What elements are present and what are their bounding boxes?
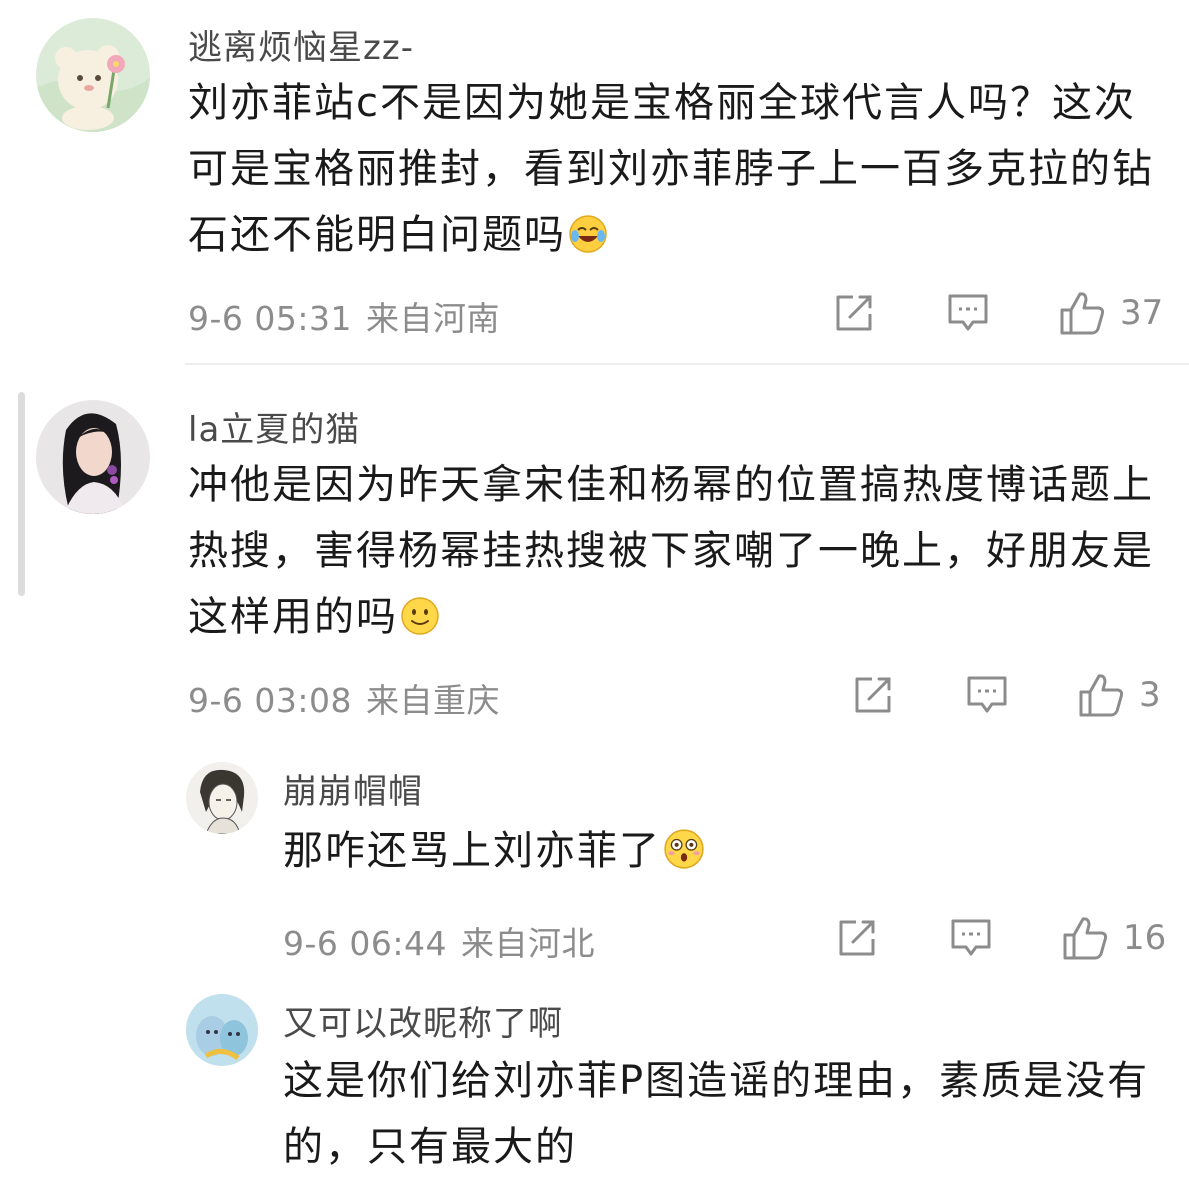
comment-text: 这是你们给刘亦菲P图造谣的理由，素质是没有的，只有最大的 — [283, 1048, 1173, 1180]
username[interactable]: 又可以改昵称了啊 — [283, 996, 563, 1045]
like-count: 16 — [1123, 918, 1167, 958]
reply-button[interactable] — [946, 292, 990, 334]
smile-emoji — [401, 597, 439, 635]
like-button[interactable]: 3 — [1077, 672, 1161, 718]
comment-divider — [185, 363, 1189, 365]
share-button[interactable] — [833, 292, 875, 334]
comment-meta: 9-6 03:08 来自重庆 — [188, 674, 500, 722]
bear-with-flower-avatar — [36, 18, 150, 132]
location: 来自河北 — [461, 924, 595, 963]
timestamp: 9-6 05:31 — [188, 299, 352, 338]
comment-icon — [967, 676, 1007, 713]
avatar[interactable] — [186, 762, 258, 834]
avatar[interactable] — [36, 400, 150, 514]
like-count: 3 — [1139, 675, 1161, 715]
sketch-character-avatar — [186, 762, 258, 834]
comment-body: 刘亦菲站c不是因为她是宝格丽全球代言人吗？这次可是宝格丽推封，看到刘亦菲脖子上一… — [188, 80, 1154, 258]
laughing-tears-emoji — [569, 215, 607, 253]
comment-icon — [951, 919, 991, 956]
like-count: 37 — [1120, 293, 1164, 333]
like-button[interactable]: 37 — [1058, 290, 1163, 336]
comment-text: 刘亦菲站c不是因为她是宝格丽全球代言人吗？这次可是宝格丽推封，看到刘亦菲脖子上一… — [188, 70, 1173, 268]
timestamp: 9-6 06:44 — [283, 924, 447, 963]
location: 来自重庆 — [366, 681, 500, 720]
username[interactable]: la立夏的猫 — [188, 402, 360, 451]
comment-body: 冲他是因为昨天拿宋佳和杨幂的位置搞热度博话题上热搜，害得杨幂挂热搜被下家嘲了一晚… — [188, 462, 1154, 640]
comment-text: 那咋还骂上刘亦菲了 — [283, 818, 1173, 884]
like-button[interactable]: 16 — [1061, 915, 1166, 961]
comment-meta: 9-6 06:44 来自河北 — [283, 917, 595, 965]
comment-icon — [948, 294, 988, 331]
comment-text: 冲他是因为昨天拿宋佳和杨幂的位置搞热度博话题上热搜，害得杨幂挂热搜被下家嘲了一晚… — [188, 452, 1173, 650]
timestamp: 9-6 03:08 — [188, 681, 352, 720]
reply-button[interactable] — [965, 674, 1009, 716]
share-icon — [836, 295, 872, 331]
share-icon — [855, 677, 891, 713]
thumbs-up-icon — [1079, 674, 1124, 717]
thumbs-up-icon — [1063, 917, 1108, 960]
comment-body: 那咋还骂上刘亦菲了 — [283, 828, 661, 874]
avatar[interactable] — [36, 18, 150, 132]
share-icon — [839, 920, 875, 956]
woman-portrait-avatar — [36, 400, 150, 514]
username[interactable]: 逃离烦恼星zz- — [188, 20, 414, 69]
share-button[interactable] — [836, 917, 878, 959]
thread-indicator-bar — [18, 392, 25, 596]
shocked-emoji — [664, 829, 704, 869]
location: 来自河南 — [366, 299, 500, 338]
avatar[interactable] — [186, 994, 258, 1066]
reply-button[interactable] — [949, 917, 993, 959]
comment-meta: 9-6 05:31 来自河南 — [188, 292, 500, 340]
cartoon-cats-avatar — [186, 994, 258, 1066]
username[interactable]: 崩崩帽帽 — [283, 764, 423, 813]
thumbs-up-icon — [1060, 292, 1105, 335]
comment-body: 这是你们给刘亦菲P图造谣的理由，素质是没有的，只有最大的 — [283, 1058, 1150, 1170]
share-button[interactable] — [852, 674, 894, 716]
